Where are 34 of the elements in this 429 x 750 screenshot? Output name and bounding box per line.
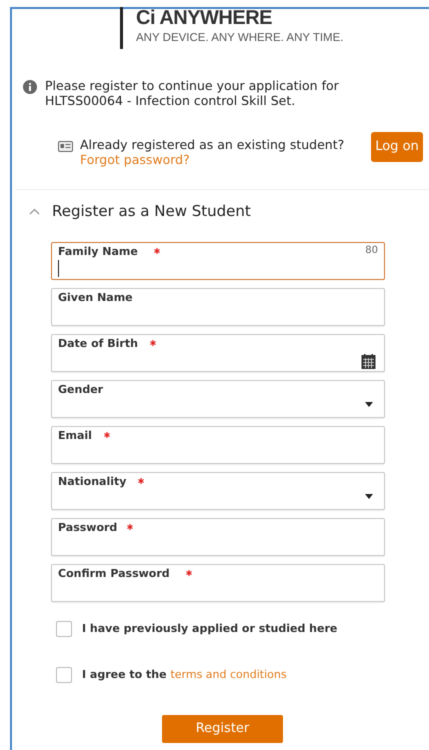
field-label: Password — [58, 520, 118, 534]
checkbox[interactable] — [56, 667, 72, 684]
checkbox-label: I have previously applied or studied here — [82, 620, 338, 636]
field-label: Given Name — [58, 290, 133, 304]
existing-student-text: Already registered as an existing student? — [80, 138, 346, 152]
chevron-up-icon[interactable] — [29, 208, 40, 215]
logo-bar — [120, 7, 123, 49]
dropdown-arrow-icon[interactable] — [365, 402, 373, 406]
notice-text: Please register to continue your application for HLTSS00064 - Infection control Skill Set. — [45, 78, 340, 108]
info-icon — [23, 80, 37, 94]
field-label: Family Name — [58, 244, 138, 258]
dropdown-field[interactable]: Gender — [51, 380, 385, 418]
input-field[interactable]: Email — [51, 426, 385, 464]
logo-tagline: ANY DEVICE. ANY WHERE. ANY TIME. — [136, 31, 344, 46]
field-label: Confirm Password — [58, 566, 170, 580]
calendar-icon[interactable] — [361, 354, 376, 368]
text-cursor — [58, 260, 59, 276]
logo-title: Ci ANYWHERE — [136, 7, 273, 29]
field-label: Date of Birth — [58, 336, 138, 350]
section-title: Register as a New Student — [52, 201, 251, 222]
dropdown-arrow-icon[interactable] — [365, 494, 373, 498]
checkbox[interactable] — [56, 620, 72, 637]
dropdown-field[interactable]: Nationality — [51, 472, 385, 510]
id-card-icon — [58, 141, 73, 152]
field-label: Gender — [58, 382, 104, 396]
checkbox-label: I agree to the terms and conditions — [82, 667, 287, 683]
input-field[interactable]: Given Name — [51, 288, 385, 326]
character-counter: 80 — [365, 244, 378, 256]
field-label: Email — [58, 428, 92, 442]
field-label: Nationality — [58, 474, 126, 488]
input-field[interactable]: Password — [51, 518, 385, 556]
input-field[interactable]: Confirm Password — [51, 564, 385, 602]
date-field[interactable]: Date of Birth — [51, 334, 385, 372]
input-field[interactable]: Family Name 80 — [51, 242, 385, 280]
